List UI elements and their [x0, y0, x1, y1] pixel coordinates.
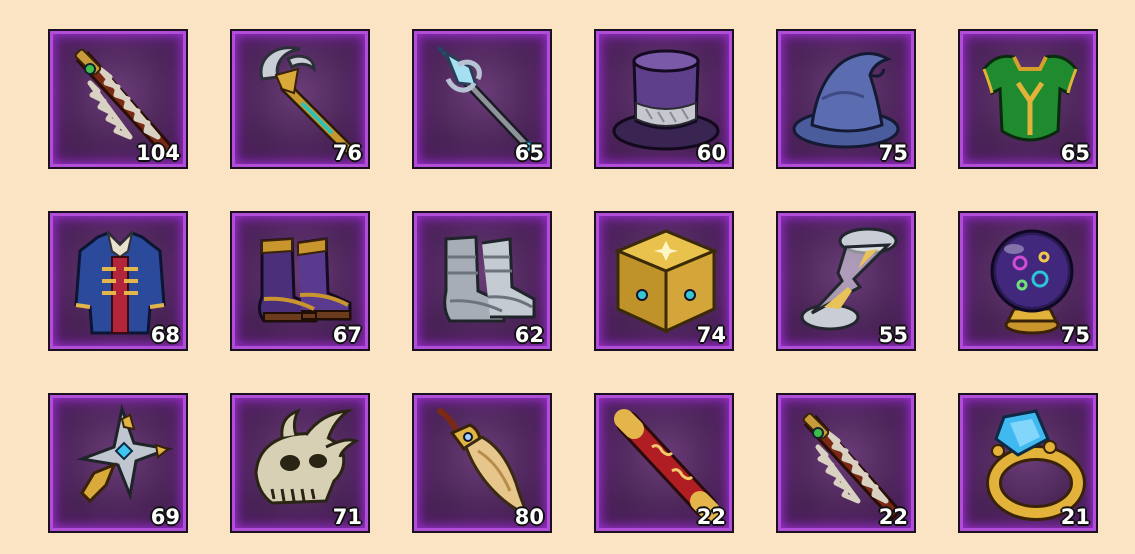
item-slot-serrated-sword[interactable]: 104 [48, 29, 188, 169]
item-count: 65 [514, 141, 544, 165]
item-slot-claw-fang[interactable]: 80 [412, 393, 552, 533]
item-count: 75 [878, 141, 908, 165]
item-slot-golden-cube[interactable]: 74 [594, 211, 734, 351]
item-count: 104 [136, 141, 180, 165]
item-count: 68 [150, 323, 180, 347]
item-count: 74 [696, 323, 726, 347]
item-count: 80 [514, 505, 544, 529]
item-slot-green-armor[interactable]: 65 [958, 29, 1098, 169]
item-count: 22 [696, 505, 726, 529]
item-slot-serrated-sword[interactable]: 22 [776, 393, 916, 533]
item-slot-steel-boots[interactable]: 62 [412, 211, 552, 351]
item-count: 69 [150, 505, 180, 529]
item-slot-crescent-staff[interactable]: 76 [230, 29, 370, 169]
item-slot-hourglass[interactable]: 55 [776, 211, 916, 351]
item-count: 55 [878, 323, 908, 347]
item-count: 71 [332, 505, 362, 529]
item-slot-cross-amulet[interactable]: 69 [48, 393, 188, 533]
item-count: 21 [1060, 505, 1090, 529]
item-slot-purple-boots[interactable]: 67 [230, 211, 370, 351]
item-count: 60 [696, 141, 726, 165]
item-slot-blue-coat[interactable]: 68 [48, 211, 188, 351]
item-count: 76 [332, 141, 362, 165]
item-count: 75 [1060, 323, 1090, 347]
item-count: 65 [1060, 141, 1090, 165]
item-slot-sapphire-ring[interactable]: 21 [958, 393, 1098, 533]
item-count: 62 [514, 323, 544, 347]
item-slot-wizard-hat[interactable]: 75 [776, 29, 916, 169]
item-count: 67 [332, 323, 362, 347]
item-slot-red-scroll[interactable]: 22 [594, 393, 734, 533]
item-count: 22 [878, 505, 908, 529]
item-slot-dragon-skull[interactable]: 71 [230, 393, 370, 533]
inventory-grid: 104 76 65 60 75 65 68 67 62 74 55 75 69 … [48, 29, 1098, 533]
item-slot-top-hat[interactable]: 60 [594, 29, 734, 169]
item-slot-crystal-staff[interactable]: 65 [412, 29, 552, 169]
item-slot-crystal-ball[interactable]: 75 [958, 211, 1098, 351]
